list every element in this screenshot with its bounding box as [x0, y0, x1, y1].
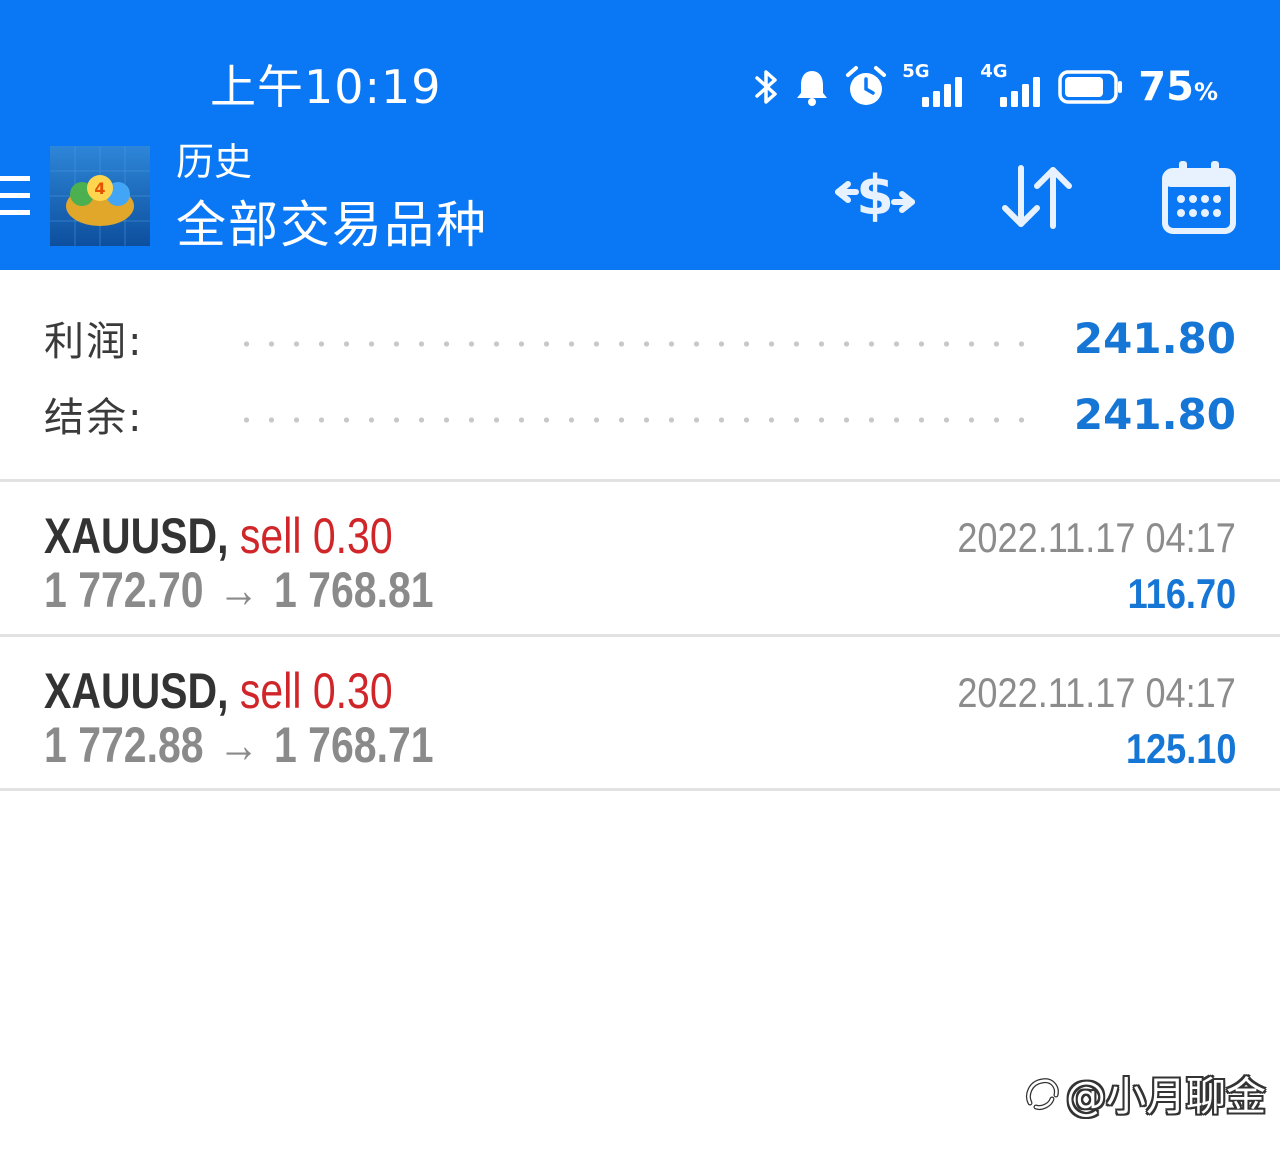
- sort-button[interactable]: [992, 152, 1082, 242]
- calendar-icon: [1162, 161, 1236, 234]
- signal-4g-icon: 4G: [980, 61, 1044, 109]
- calendar-button[interactable]: [1154, 152, 1244, 242]
- watermark: @小月聊金: [1022, 1064, 1266, 1122]
- trade-header: XAUUSD, sell 0.30: [44, 508, 393, 564]
- trade-prices: 1 772.88 → 1 768.71: [44, 717, 434, 773]
- top-header: 上午10:19 5G 4G 75% 4 历史 全部交易品种 $: [0, 0, 1280, 270]
- close-price: 1 768.71: [273, 717, 434, 773]
- summary-panel: 利润: 241.80 结余: 241.80: [0, 270, 1280, 480]
- status-time: 上午10:19: [210, 60, 442, 114]
- trade-prices: 1 772.70 → 1 768.81: [44, 562, 434, 618]
- balance-value: 241.80: [1073, 389, 1236, 439]
- battery-value: 75: [1138, 64, 1194, 110]
- balance-label: 结余:: [44, 395, 144, 441]
- watermark-text: @小月聊金: [1066, 1074, 1266, 1120]
- trade-profit: 116.70: [1127, 570, 1236, 617]
- trade-row[interactable]: XAUUSD, sell 0.30 1 772.70 → 1 768.81 20…: [0, 482, 1280, 634]
- divider: [0, 788, 1280, 791]
- page-title[interactable]: 全部交易品种: [176, 194, 488, 256]
- arrow-right-icon: →: [218, 562, 260, 618]
- close-price: 1 768.81: [273, 562, 434, 618]
- open-price: 1 772.88: [44, 717, 204, 773]
- trade-symbol: XAUUSD,: [44, 508, 229, 564]
- trade-header: XAUUSD, sell 0.30: [44, 663, 393, 719]
- bell-icon: [794, 67, 830, 107]
- currency-exchange-button[interactable]: $: [830, 152, 920, 242]
- battery-percentage: 75%: [1138, 64, 1218, 110]
- trade-volume: 0.30: [312, 508, 393, 564]
- status-icons: 5G 4G 75%: [754, 60, 1218, 114]
- sort-icon: [1002, 165, 1072, 229]
- alarm-icon: [844, 65, 888, 109]
- trade-time: 2022.11.17 04:17: [957, 514, 1236, 561]
- svg-text:$: $: [856, 164, 894, 227]
- profit-row: 利润: 241.80: [44, 308, 1236, 368]
- dotted-leader: [234, 341, 1044, 347]
- open-price: 1 772.70: [44, 562, 204, 618]
- page-subtitle: 历史: [176, 140, 253, 184]
- menu-icon[interactable]: [0, 174, 32, 218]
- signal-5g-icon: 5G: [902, 61, 966, 109]
- trade-profit: 125.10: [1125, 725, 1236, 772]
- app-logo-icon: 4: [50, 146, 150, 246]
- balance-row: 结余: 241.80: [44, 384, 1236, 444]
- dotted-leader: [234, 417, 1044, 423]
- watermark-logo-icon: [1026, 1078, 1059, 1110]
- trade-side: sell: [239, 663, 302, 719]
- trade-symbol: XAUUSD,: [44, 663, 229, 719]
- bluetooth-icon: [754, 67, 780, 107]
- trade-row[interactable]: XAUUSD, sell 0.30 1 772.88 → 1 768.71 20…: [0, 637, 1280, 789]
- svg-text:4: 4: [94, 179, 105, 198]
- trade-time: 2022.11.17 04:17: [957, 669, 1236, 716]
- trade-volume: 0.30: [312, 663, 393, 719]
- arrow-right-icon: →: [218, 717, 260, 773]
- profit-value: 241.80: [1073, 313, 1236, 363]
- profit-label: 利润:: [44, 319, 144, 365]
- battery-icon: [1058, 69, 1124, 105]
- battery-unit: %: [1193, 78, 1218, 106]
- currency-exchange-icon: $: [835, 164, 915, 227]
- trade-side: sell: [239, 508, 302, 564]
